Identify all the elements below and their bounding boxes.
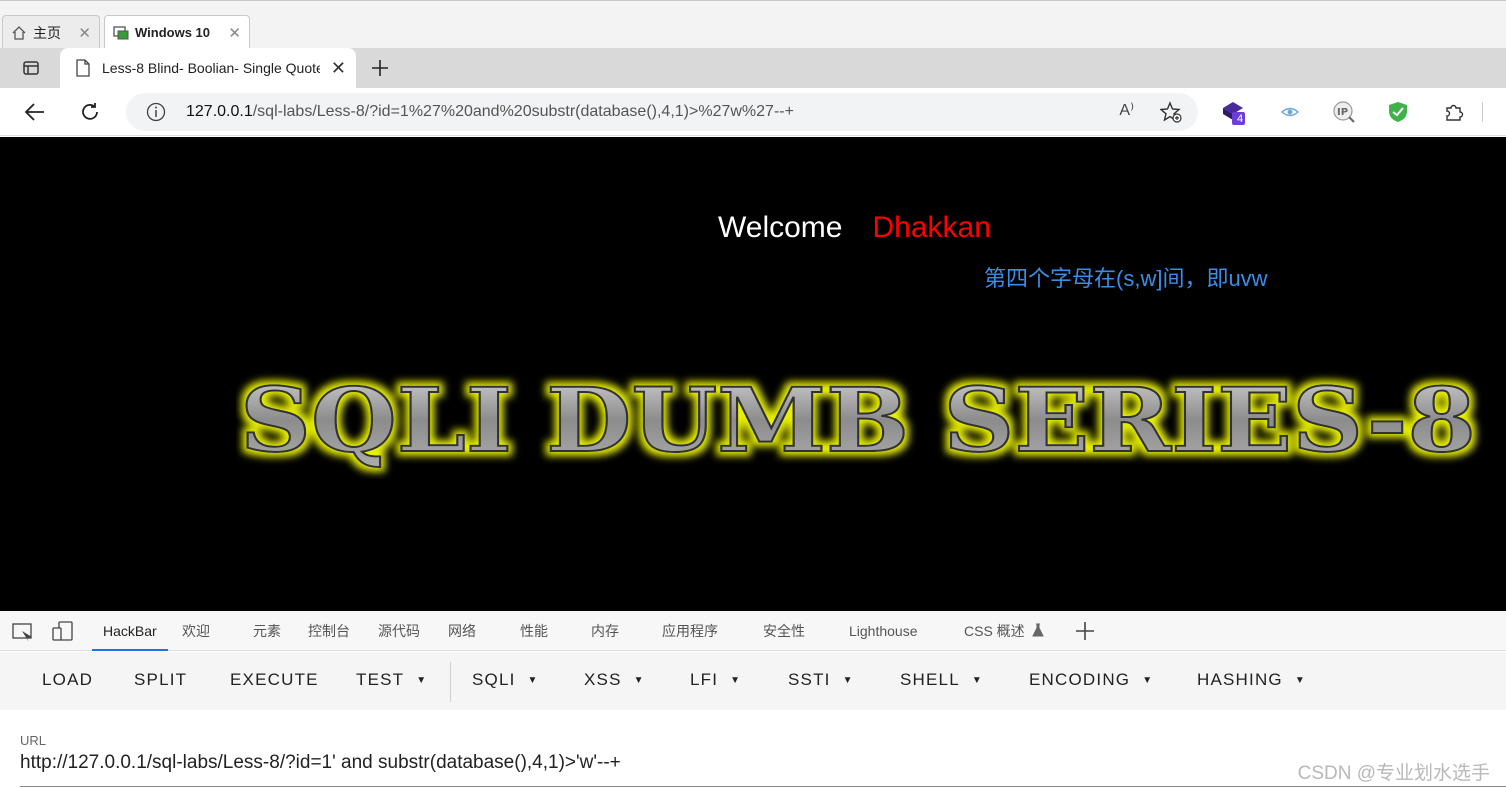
test-menu[interactable]: TEST ▼: [356, 670, 427, 690]
browser-tab-bar: Less-8 Blind- Boolian- Single Quotes- St…: [0, 48, 1506, 88]
banner-image: SQLI DUMB SERIES-8: [239, 369, 1477, 473]
close-tab-icon[interactable]: ✕: [331, 58, 346, 79]
hackbar-toolbar: LOAD SPLIT EXECUTE TEST ▼ SQLI ▼ XSS ▼ LFI ▼…: [0, 652, 1506, 710]
tab-memory[interactable]: 内存: [591, 611, 619, 651]
url-input[interactable]: http://127.0.0.1/sql-labs/Less-8/?id=1' …: [20, 752, 621, 774]
info-icon[interactable]: [146, 102, 166, 122]
devtools-tab-bar: HackBar 欢迎 元素 控制台 源代码 网络 性能 内存 应用程序 安全性 …: [0, 611, 1506, 651]
extension-badge: 4: [1236, 113, 1244, 125]
caret-down-icon: ▼: [971, 675, 983, 687]
url-label: URL: [20, 733, 47, 748]
arrow-left-icon: [24, 103, 44, 121]
address-bar[interactable]: 127.0.0.1/sql-labs/Less-8/?id=1%27%20and…: [126, 93, 1198, 131]
web-page: Welcome Dhakkan 第四个字母在(s,w]间，即uvw SQLI DU…: [0, 137, 1506, 611]
more-tabs-button[interactable]: [1074, 611, 1096, 651]
hashing-menu[interactable]: HASHING ▼: [1197, 670, 1306, 690]
flask-icon: [1031, 623, 1044, 637]
url-text[interactable]: 127.0.0.1/sql-labs/Less-8/?id=1%27%20and…: [186, 103, 794, 121]
ssti-menu[interactable]: SSTI ▼: [788, 670, 854, 690]
sqli-menu[interactable]: SQLI ▼: [472, 670, 539, 690]
hashing-label: HASHING: [1197, 670, 1283, 689]
ssti-label: SSTI: [788, 670, 831, 689]
refresh-icon: [82, 103, 98, 120]
tab-performance[interactable]: 性能: [520, 611, 548, 651]
lfi-label: LFI: [690, 670, 719, 689]
tab-hackbar[interactable]: HackBar: [92, 611, 168, 651]
user-name: Dhakkan: [872, 211, 991, 244]
annotation-note: 第四个字母在(s,w]间，即uvw: [984, 266, 1268, 291]
tab-welcome[interactable]: 欢迎: [182, 611, 210, 651]
vm-tab-windows[interactable]: Windows 10 ✕: [104, 15, 250, 49]
tab-application[interactable]: 应用程序: [662, 611, 718, 651]
shell-menu[interactable]: SHELL ▼: [900, 670, 983, 690]
plus-icon: [372, 60, 388, 76]
load-button[interactable]: LOAD: [42, 670, 93, 690]
shield-icon[interactable]: [1384, 98, 1412, 126]
browser-toolbar: 127.0.0.1/sql-labs/Less-8/?id=1%27%20and…: [0, 88, 1506, 136]
split-button[interactable]: SPLIT: [134, 670, 187, 690]
lfi-menu[interactable]: LFI ▼: [690, 670, 741, 690]
extension-hackbar-icon[interactable]: 4: [1220, 98, 1248, 126]
refresh-button[interactable]: [76, 98, 104, 126]
caret-down-icon: ▼: [633, 675, 645, 687]
page-icon: [76, 59, 90, 77]
tab-title: Less-8 Blind- Boolian- Single Quotes- St…: [102, 60, 320, 76]
caret-down-icon: ▼: [416, 675, 428, 687]
vm-icon: [113, 25, 129, 39]
encoding-menu[interactable]: ENCODING ▼: [1029, 670, 1153, 690]
new-tab-button[interactable]: [366, 54, 394, 82]
inspect-element-icon[interactable]: [12, 611, 34, 651]
toolbar-separator: [450, 662, 451, 702]
xss-menu[interactable]: XSS ▼: [584, 670, 645, 690]
caret-down-icon: ▼: [1142, 675, 1154, 687]
read-aloud-icon[interactable]: A⁾: [1119, 100, 1134, 120]
eye-extension-icon[interactable]: [1276, 98, 1304, 126]
ip-extension-icon[interactable]: IP: [1330, 98, 1358, 126]
url-host: 127.0.0.1: [186, 103, 253, 120]
caret-down-icon: ▼: [842, 675, 854, 687]
tab-elements[interactable]: 元素: [253, 611, 281, 651]
caret-down-icon: ▼: [730, 675, 742, 687]
tab-network[interactable]: 网络: [448, 611, 476, 651]
tab-sources[interactable]: 源代码: [378, 611, 420, 651]
banner-title: SQLI DUMB SERIES-8: [240, 369, 1476, 472]
add-favorite-icon[interactable]: [1159, 101, 1182, 128]
url-input-underline: [20, 786, 1506, 787]
watermark: CSDN @专业划水选手: [1297, 763, 1490, 784]
plus-icon: [1076, 622, 1094, 640]
url-path: /sql-labs/Less-8/?id=1%27%20and%20substr…: [252, 103, 794, 120]
tab-css-overview-label: CSS 概述: [964, 623, 1025, 639]
back-button[interactable]: [21, 98, 49, 126]
vm-tab-home-label: 主页: [33, 24, 61, 41]
tab-actions-icon: [23, 61, 39, 75]
shell-label: SHELL: [900, 670, 960, 689]
device-emulation-icon[interactable]: [52, 611, 74, 651]
tab-console[interactable]: 控制台: [308, 611, 350, 651]
tab-security[interactable]: 安全性: [763, 611, 805, 651]
hackbar-url-section: URL http://127.0.0.1/sql-labs/Less-8/?id…: [0, 710, 1506, 788]
close-icon[interactable]: ✕: [78, 24, 91, 42]
xss-label: XSS: [584, 670, 622, 689]
tab-css-overview[interactable]: CSS 概述: [964, 611, 1044, 651]
browser-tab-active[interactable]: Less-8 Blind- Boolian- Single Quotes- St…: [60, 48, 356, 88]
caret-down-icon: ▼: [1294, 675, 1306, 687]
vm-tab-home[interactable]: 主页 ✕: [2, 15, 100, 49]
tab-lighthouse[interactable]: Lighthouse: [849, 611, 918, 651]
welcome-line: Welcome Dhakkan: [718, 211, 991, 245]
svg-text:IP: IP: [1337, 107, 1348, 118]
welcome-text: Welcome: [718, 211, 843, 244]
tab-actions-button[interactable]: [12, 55, 50, 81]
execute-button[interactable]: EXECUTE: [230, 670, 319, 690]
close-icon[interactable]: ✕: [228, 24, 241, 42]
toolbar-divider: [1482, 102, 1483, 122]
extensions-puzzle-icon[interactable]: [1440, 98, 1468, 126]
vm-tab-windows-label: Windows 10: [135, 25, 211, 40]
caret-down-icon: ▼: [527, 675, 539, 687]
vm-tab-strip: 主页 ✕ Windows 10 ✕: [0, 0, 1506, 49]
sqli-label: SQLI: [472, 670, 516, 689]
home-icon: [12, 25, 26, 40]
test-label: TEST: [356, 670, 405, 689]
encoding-label: ENCODING: [1029, 670, 1131, 689]
